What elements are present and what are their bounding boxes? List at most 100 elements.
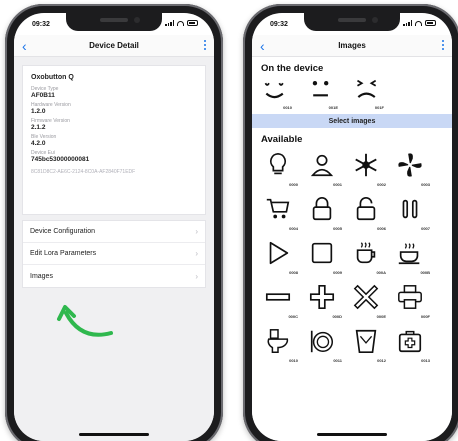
image-code: 0005 [333, 226, 342, 231]
image-tile[interactable]: 000F [392, 281, 432, 319]
home-indicator [79, 433, 149, 436]
image-tile[interactable]: 0013 [392, 325, 432, 363]
phone-device-detail: 09:32 ‹ Device Detail Oxobutton Q Device… [5, 4, 223, 441]
image-tile[interactable]: 001E [308, 78, 340, 110]
status-time: 09:32 [270, 21, 288, 28]
image-tile[interactable]: 0010 [260, 325, 300, 363]
status-icons [403, 20, 436, 26]
image-tile[interactable]: 0002 [348, 149, 388, 187]
plus-icon [309, 284, 335, 310]
device-info-card: Oxobutton Q Device Type AF0B11 Hardware … [22, 65, 206, 215]
menu-item-edit-lora-parameters[interactable]: Edit Lora Parameters › [23, 243, 205, 265]
image-code: 001F [374, 105, 384, 110]
phone-images: 09:32 ‹ Images On the device 0010 001E 0… [243, 4, 458, 441]
face-squint-icon [357, 79, 377, 98]
image-tile[interactable]: 0005 [304, 193, 344, 231]
image-tile[interactable]: 0004 [260, 193, 300, 231]
chevron-right-icon: › [195, 227, 198, 236]
back-chevron-icon[interactable]: ‹ [22, 37, 27, 55]
device-menu: Device Configuration › Edit Lora Paramet… [22, 220, 206, 288]
page-title: Images [338, 41, 366, 50]
device-name: Oxobutton Q [31, 74, 74, 81]
image-code: 0011 [333, 358, 342, 363]
image-code: 0000 [289, 182, 298, 187]
lock-open-icon [356, 197, 376, 221]
field-device-type: Device Type AF0B11 [31, 86, 197, 99]
image-code: 0013 [421, 358, 430, 363]
images-content: On the device 0010 001E 001F Select imag… [252, 57, 452, 441]
image-tile[interactable]: 000E [348, 281, 388, 319]
notch [304, 13, 400, 31]
image-tile[interactable]: 0008 [260, 237, 300, 275]
person-icon [310, 154, 334, 177]
back-chevron-icon[interactable]: ‹ [260, 37, 265, 55]
image-tile[interactable]: 000A [348, 237, 388, 275]
image-code: 0003 [421, 182, 430, 187]
coffee-cup-icon [356, 242, 376, 264]
image-tile[interactable]: 000C [260, 281, 300, 319]
page-title: Device Detail [89, 41, 139, 50]
status-icons [165, 20, 198, 26]
first-aid-icon [398, 330, 422, 353]
image-code: 0006 [377, 226, 386, 231]
image-code: 000B [420, 270, 430, 275]
pause-icon [402, 199, 418, 219]
section-available: Available [261, 134, 303, 145]
select-images-button[interactable]: Select images [252, 114, 452, 128]
toilet-icon [267, 329, 289, 353]
stop-icon [311, 242, 333, 264]
field-value: 2.1.2 [31, 124, 46, 131]
nav-bar: ‹ Device Detail [14, 35, 214, 57]
battery-icon [187, 20, 198, 26]
on-device-images: 0010 001E 001F [252, 74, 452, 110]
signal-icon [165, 20, 174, 26]
image-tile[interactable]: 0011 [304, 325, 344, 363]
field-value: 4.2.0 [31, 140, 46, 147]
notch [66, 13, 162, 31]
lightbulb-icon [269, 152, 287, 175]
menu-item-device-configuration[interactable]: Device Configuration › [23, 221, 205, 243]
home-indicator [317, 433, 387, 436]
image-code: 0007 [421, 226, 430, 231]
image-tile[interactable]: 0000 [260, 149, 300, 187]
image-tile[interactable]: 0001 [304, 149, 344, 187]
lock-closed-icon [312, 197, 332, 221]
image-code: 0009 [333, 270, 342, 275]
close-x-icon [353, 284, 379, 310]
screen-images: 09:32 ‹ Images On the device 0010 001E 0… [252, 13, 452, 441]
battery-icon [425, 20, 436, 26]
image-tile[interactable]: 0010 [262, 78, 294, 110]
image-tile[interactable]: 0003 [392, 149, 432, 187]
image-code: 0001 [333, 182, 342, 187]
image-code: 0010 [283, 105, 292, 110]
more-vertical-icon[interactable] [204, 40, 206, 50]
image-tile[interactable]: 0009 [304, 237, 344, 275]
image-code: 000F [420, 314, 430, 319]
image-tile[interactable]: 000D [304, 281, 344, 319]
device-uuid: 8C81D8C2-AE6C-2124-8C0A-AF2840F71EDF [31, 169, 136, 175]
menu-item-label: Device Configuration [30, 228, 95, 235]
image-code: 000C [288, 314, 298, 319]
face-neutral-icon [312, 81, 329, 97]
field-firmware-version: Firmware Version 2.1.2 [31, 118, 197, 131]
menu-item-images[interactable]: Images › [23, 265, 205, 287]
image-tile[interactable]: 000B [392, 237, 432, 275]
image-tile[interactable]: 001F [354, 78, 386, 110]
image-tile[interactable]: 0012 [348, 325, 388, 363]
shopping-cart-icon [266, 198, 290, 219]
nav-bar: ‹ Images [252, 35, 452, 57]
image-code: 000A [376, 270, 386, 275]
image-tile[interactable]: 0007 [392, 193, 432, 231]
field-value: AF0B11 [31, 92, 55, 99]
device-detail-content: Oxobutton Q Device Type AF0B11 Hardware … [14, 57, 214, 441]
image-code: 0004 [289, 226, 298, 231]
field-hardware-version: Hardware Version 1.2.0 [31, 102, 197, 115]
wifi-icon [177, 20, 184, 26]
image-code: 0010 [289, 358, 298, 363]
trash-bin-icon [355, 329, 377, 354]
section-on-the-device: On the device [261, 63, 324, 74]
fan-icon [398, 153, 422, 177]
more-vertical-icon[interactable] [442, 40, 444, 50]
image-tile[interactable]: 0006 [348, 193, 388, 231]
wifi-icon [415, 20, 422, 26]
